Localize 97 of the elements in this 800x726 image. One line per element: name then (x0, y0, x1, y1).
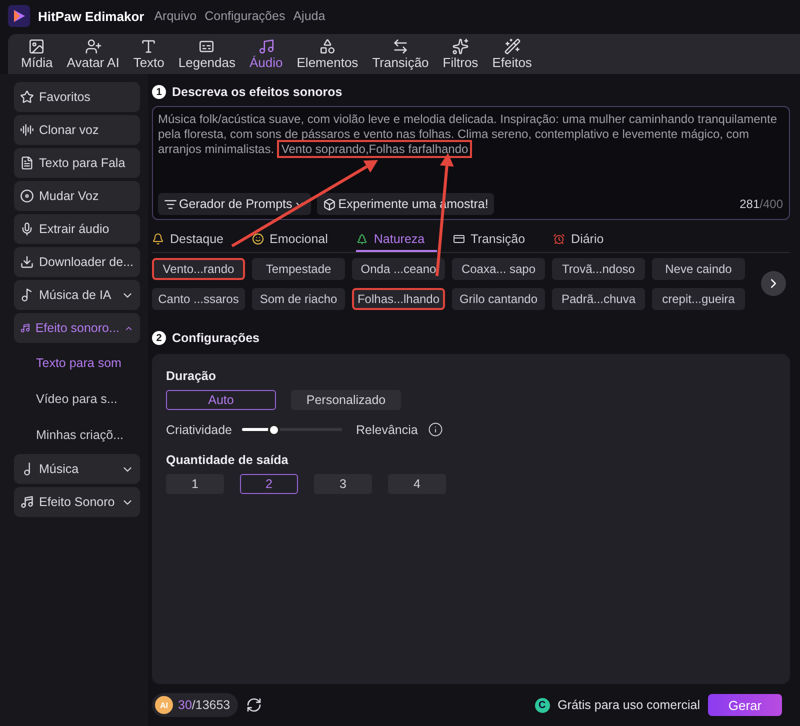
prompt-field[interactable]: Música folk/acústica suave, com violão leve e melodia delicada. Inspiração: uma mulher caminhando tranquilamente pela floresta, com sons de pássaros e vento nas folhas. Clima sereno, contemplativo e levemente mágico, com arranjos minimalistas. Vento soprando,Folhas farfalhando (158, 112, 783, 193)
output-count-option[interactable]: 3 (314, 474, 372, 494)
sidebar-item[interactable]: Downloader de... (14, 247, 140, 277)
sidebar-item[interactable]: Efeito sonoro... (14, 313, 140, 343)
music-notes-icon (20, 321, 30, 335)
list-icon (164, 198, 177, 210)
category-tab[interactable]: Emocional (252, 228, 340, 252)
sound-chip[interactable]: Coaxa... sapo (452, 258, 545, 280)
toolbar-tab[interactable]: Texto (126, 38, 172, 70)
section-title: Descreva os efeitos sonoros (172, 85, 342, 99)
shapes-icon (318, 38, 336, 55)
output-count-option[interactable]: 1 (166, 474, 224, 494)
cube-icon (323, 198, 336, 210)
toolbar-tab[interactable]: Legendas (171, 38, 243, 70)
sound-chip[interactable]: Onda ...ceano (352, 258, 445, 280)
section-title: Configurações (172, 331, 260, 345)
sidebar-subitem[interactable]: Texto para som (14, 346, 140, 379)
credits-total: /13653 (192, 698, 230, 712)
sound-chip[interactable]: crepit...gueira (652, 288, 745, 310)
toolbar-tab[interactable]: Transição (365, 38, 436, 70)
sidebar-item[interactable]: Música de IA (14, 280, 140, 310)
music-notes-icon (20, 495, 34, 509)
sound-chip[interactable]: Canto ...ssaros (152, 288, 245, 310)
slider-label: Criatividade (166, 422, 232, 436)
sound-chip[interactable]: Som de riacho (252, 288, 345, 310)
character-limit: /400 (760, 197, 783, 211)
sidebar-item[interactable]: Efeito Sonoro (14, 487, 140, 517)
duration-option[interactable]: Auto (166, 390, 276, 410)
music-note-icon (20, 288, 34, 302)
document-icon (20, 156, 34, 170)
field-label: Duração (166, 369, 218, 385)
app-title: HitPaw Edimakor (38, 8, 144, 24)
step-number: 1 (152, 85, 166, 99)
disc-icon (20, 189, 34, 203)
category-tab[interactable]: Natureza (356, 228, 437, 252)
sidebar-item[interactable]: Texto para Fala (14, 148, 140, 178)
category-tab[interactable]: Diário (553, 228, 616, 252)
toolbar-tab[interactable]: Filtros (436, 38, 486, 70)
text-icon (140, 38, 158, 55)
character-count: 281 (740, 197, 760, 211)
slider-thumb[interactable] (268, 424, 280, 436)
sound-chip[interactable]: Folhas...lhando (352, 288, 445, 310)
menu-item[interactable]: Configurações (204, 9, 286, 23)
menu-item[interactable]: Arquivo (154, 9, 197, 23)
image-icon (28, 38, 46, 55)
wand-icon (504, 38, 521, 55)
info-icon[interactable] (428, 422, 443, 437)
sound-chip[interactable]: Vento...rando (152, 258, 245, 280)
sidebar-subitem[interactable]: Vídeo para s... (14, 382, 140, 415)
sidebar-item[interactable]: Clonar voz (14, 115, 140, 145)
credits-used: 30 (178, 698, 192, 712)
app-logo (8, 5, 30, 27)
sound-chip[interactable]: Grilo cantando (452, 288, 545, 310)
duration-option[interactable]: Personalizado (291, 390, 401, 410)
bell-icon (152, 233, 164, 245)
field-label: Quantidade de saída (166, 453, 290, 469)
toolbar-tab[interactable]: Áudio (242, 38, 290, 70)
sound-chip[interactable]: Trovã...ndoso (552, 258, 645, 280)
tree-icon (356, 233, 368, 245)
waveform-icon (20, 123, 34, 137)
sparkles-icon (452, 38, 469, 55)
alarm-clock-icon (553, 233, 566, 245)
sidebar-subitem[interactable]: Minhas criaçõ... (14, 418, 140, 451)
music-note-icon (258, 38, 275, 55)
prompt-generator-button[interactable]: Gerador de Prompts (158, 193, 312, 215)
star-icon (20, 90, 34, 104)
category-tab[interactable]: Transição (452, 228, 538, 252)
arrows-icon (392, 38, 409, 55)
microphone-icon (20, 222, 34, 236)
sidebar-item[interactable]: Música (14, 454, 140, 484)
license-icon: C (534, 698, 550, 712)
generate-button[interactable]: Gerar (708, 694, 782, 716)
smile-icon (252, 233, 264, 245)
refresh-icon[interactable] (246, 697, 262, 713)
next-button[interactable] (761, 271, 786, 296)
step-number: 2 (152, 331, 166, 345)
license-text: Grátis para uso comercial (558, 698, 700, 712)
sound-chip[interactable]: Tempestade (252, 258, 345, 280)
sidebar-item[interactable]: Mudar Voz (14, 181, 140, 211)
user-plus-icon (84, 38, 102, 55)
toolbar-tab[interactable]: Efeitos (485, 38, 539, 70)
sound-chip[interactable]: Neve caindo (652, 258, 745, 280)
captions-icon (198, 38, 216, 55)
sound-chip[interactable]: Padrã...chuva (552, 288, 645, 310)
toolbar-tab[interactable]: Elementos (290, 38, 366, 70)
sidebar-item[interactable]: Favoritos (14, 82, 140, 112)
category-tab[interactable]: Destaque (152, 228, 236, 252)
toolbar-tab[interactable]: Avatar AI (60, 38, 126, 70)
download-icon (20, 255, 34, 269)
sidebar-item[interactable]: Extrair áudio (14, 214, 140, 244)
output-count-option[interactable]: 4 (388, 474, 446, 494)
menu-item[interactable]: Ajuda (293, 9, 326, 23)
output-count-option[interactable]: 2 (240, 474, 298, 494)
slider-label: Relevância (356, 422, 418, 436)
coin-icon: AI (155, 696, 173, 714)
card-icon (452, 233, 465, 245)
toolbar-tab[interactable]: Mídia (14, 38, 60, 70)
